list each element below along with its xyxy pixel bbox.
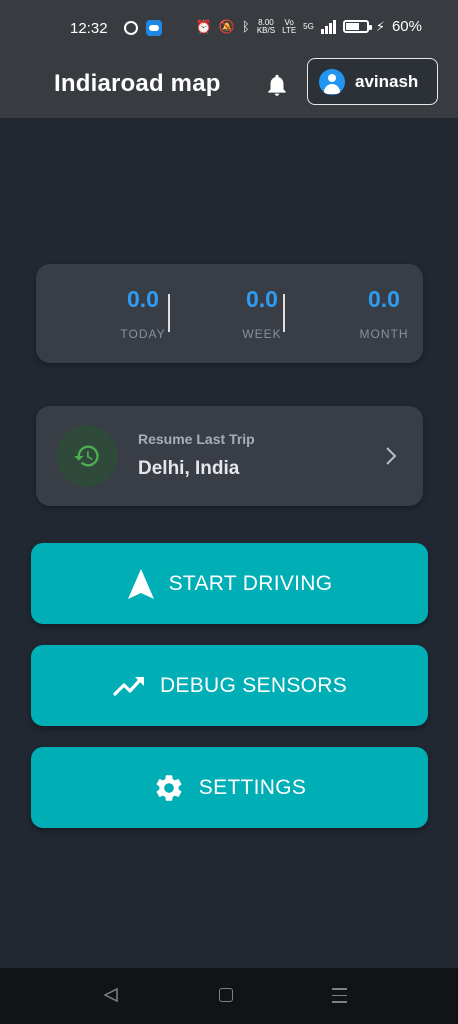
stats-card: 0.0 TODAY 0.0 WEEK 0.0 MONTH — [36, 264, 423, 363]
trending-up-icon — [112, 676, 144, 696]
cloud-app-icon — [146, 20, 162, 36]
volte-indicator: Vo LTE — [282, 18, 297, 35]
stat-today-value: 0.0 — [127, 286, 159, 312]
stat-month-label: MONTH — [359, 327, 409, 341]
navigation-arrow-icon — [127, 568, 154, 599]
stat-week-value: 0.0 — [246, 286, 278, 312]
history-icon — [74, 445, 99, 467]
debug-sensors-label: DEBUG SENSORS — [159, 673, 348, 697]
stat-month-value: 0.0 — [368, 286, 400, 312]
battery-percent: 60% — [391, 18, 422, 35]
stat-week-label: WEEK — [242, 327, 282, 341]
status-indicators: ⏰ 🔕 ᛒ 8.00 KB/S Vo LTE 5G ⚡ 60% — [196, 18, 422, 35]
recents-icon[interactable] — [332, 988, 347, 1008]
person-icon — [319, 69, 345, 95]
stat-month: 0.0 MONTH — [324, 286, 444, 341]
stat-today: 0.0 TODAY — [83, 286, 203, 341]
signal-icon — [320, 19, 336, 34]
debug-sensors-button[interactable]: DEBUG SENSORS — [31, 645, 428, 726]
user-profile-button[interactable]: avinash — [307, 58, 438, 105]
stat-week: 0.0 WEEK — [202, 286, 322, 341]
start-driving-button[interactable]: START DRIVING — [31, 543, 428, 624]
history-icon-badge — [56, 425, 118, 487]
resume-location: Delhi, India — [138, 458, 240, 479]
user-name: avinash — [355, 72, 419, 91]
network-type: 5G — [303, 21, 314, 31]
settings-button[interactable]: SETTINGS — [31, 747, 428, 828]
app-bar: Indiaroad map avinash — [0, 58, 458, 118]
volte-bottom: LTE — [282, 25, 297, 35]
net-speed: 8.00 KB/S — [256, 18, 276, 35]
back-icon[interactable] — [103, 987, 119, 1003]
status-bar: 12:32 ⏰ 🔕 ᛒ 8.00 KB/S Vo LTE 5G ⚡ 60% — [0, 0, 458, 58]
home-icon[interactable] — [219, 988, 233, 1002]
resume-label: Resume Last Trip — [138, 431, 255, 447]
battery-icon — [342, 20, 372, 33]
start-driving-label: START DRIVING — [168, 571, 333, 595]
gear-icon — [156, 774, 182, 801]
system-nav-bar — [0, 968, 458, 1024]
net-speed-unit: KB/S — [256, 25, 276, 35]
status-time: 12:32 — [70, 20, 108, 37]
bell-icon — [268, 74, 286, 96]
settings-label: SETTINGS — [198, 775, 307, 799]
status-app-icons — [124, 20, 162, 36]
stat-divider — [168, 294, 170, 332]
notifications-button[interactable] — [264, 72, 290, 98]
stat-today-label: TODAY — [120, 327, 166, 341]
mute-icon: 🔕 — [218, 18, 236, 34]
alarm-icon: ⏰ — [195, 18, 212, 34]
stat-divider — [283, 294, 285, 332]
app-notification-icon — [124, 21, 138, 35]
bluetooth-icon: ᛒ — [242, 18, 250, 34]
page-title: Indiaroad map — [54, 70, 221, 97]
resume-last-trip-card[interactable]: Resume Last Trip Delhi, India — [36, 406, 423, 506]
chevron-right-icon — [386, 447, 397, 465]
charging-icon: ⚡ — [375, 18, 385, 34]
